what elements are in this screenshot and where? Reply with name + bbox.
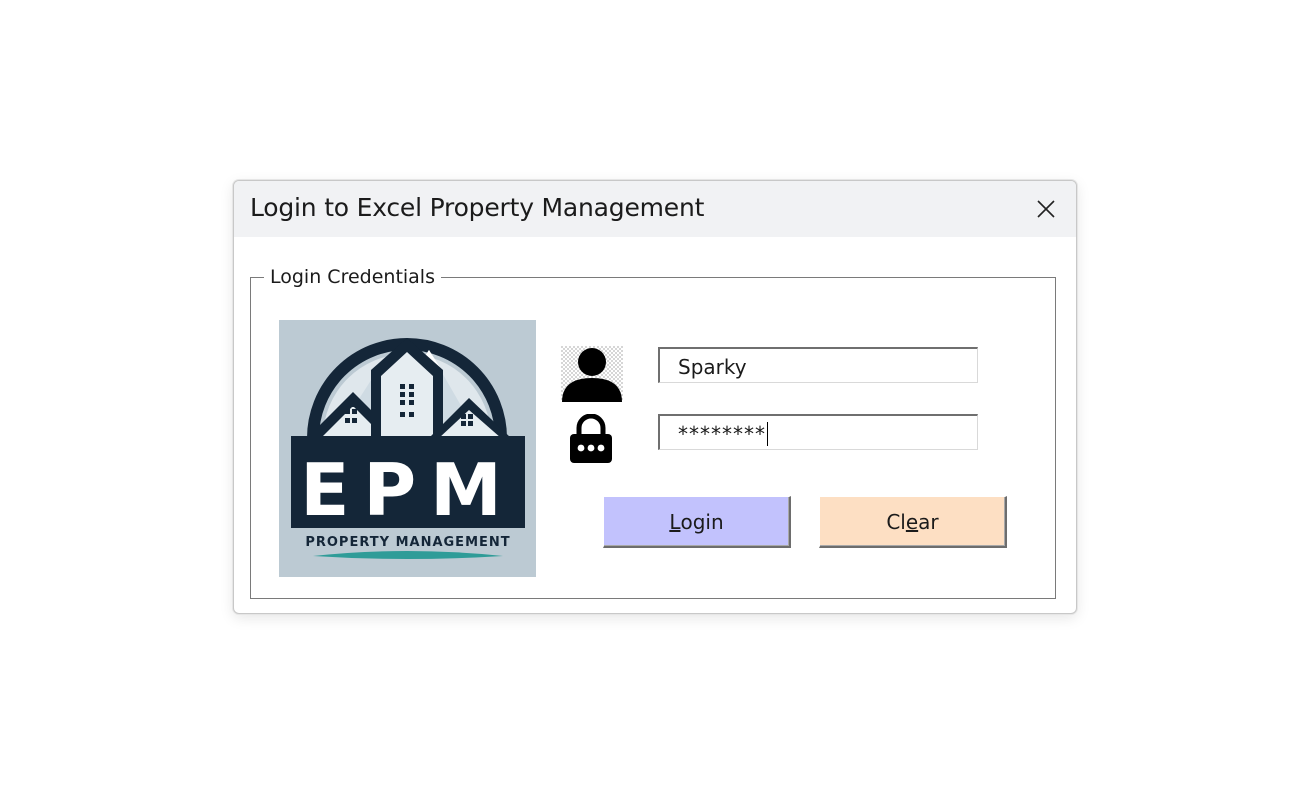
text-caret bbox=[767, 422, 768, 446]
password-field[interactable]: ******** bbox=[658, 414, 978, 450]
username-value: Sparky bbox=[678, 355, 747, 379]
close-icon bbox=[1037, 200, 1055, 218]
login-button-suffix: ogin bbox=[680, 509, 724, 534]
clear-button[interactable]: Cl e ar bbox=[819, 496, 1007, 548]
username-field[interactable]: Sparky bbox=[658, 347, 978, 383]
lock-icon bbox=[570, 414, 612, 463]
password-value: ******** bbox=[678, 422, 766, 446]
login-button[interactable]: Login bbox=[603, 496, 791, 548]
clear-accelerator: e bbox=[905, 509, 919, 534]
epm-logo: EPM PROPERTY MANAGEMENT bbox=[279, 320, 536, 577]
clear-button-suffix: ar bbox=[918, 509, 939, 534]
dialog-title: Login to Excel Property Management bbox=[250, 193, 705, 222]
credentials-legend: Login Credentials bbox=[264, 266, 441, 288]
login-dialog: Login to Excel Property Management Login… bbox=[233, 180, 1077, 614]
login-accelerator: L bbox=[669, 509, 681, 534]
title-bar[interactable]: Login to Excel Property Management bbox=[234, 181, 1076, 237]
logo-sub-text: PROPERTY MANAGEMENT bbox=[305, 535, 510, 550]
clear-button-prefix: Cl bbox=[886, 509, 906, 534]
logo-main-text: EPM bbox=[300, 448, 516, 532]
close-button[interactable] bbox=[1026, 189, 1066, 229]
user-icon bbox=[561, 346, 623, 402]
